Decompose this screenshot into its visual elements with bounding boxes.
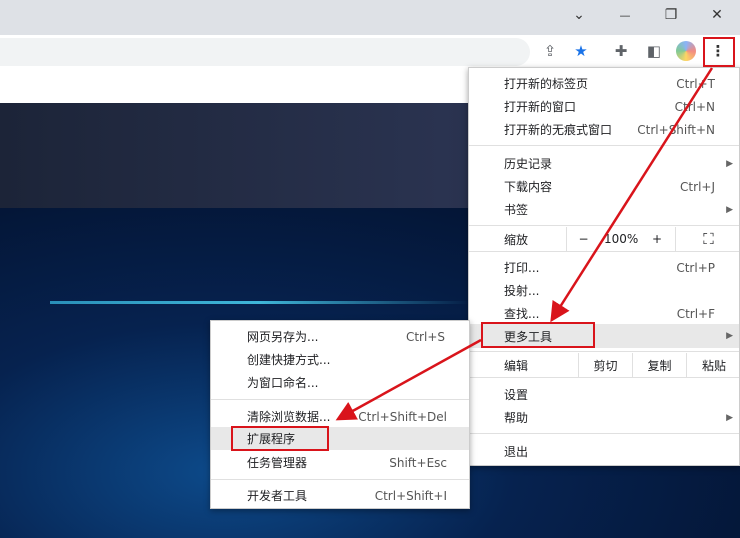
arrow-to-extensions	[335, 338, 482, 421]
arrow-to-more-tools	[550, 67, 714, 323]
annotation-arrows	[335, 67, 714, 421]
